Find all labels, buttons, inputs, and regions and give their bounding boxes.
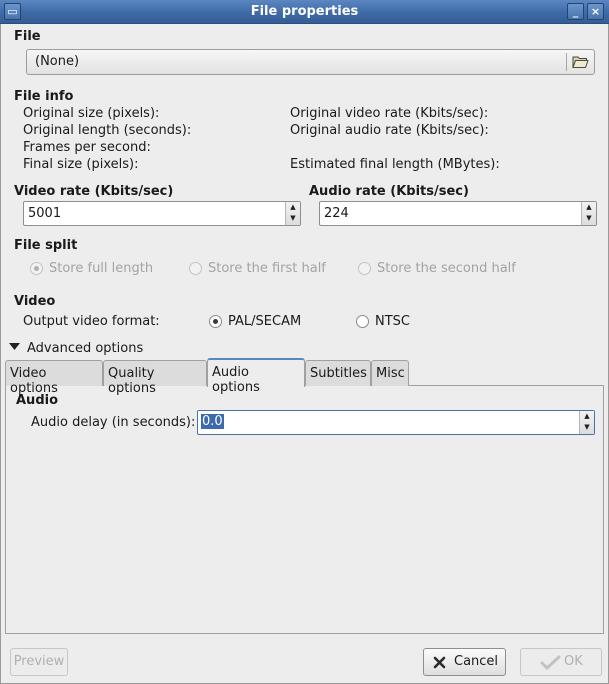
final-size-label: Final size (pixels): <box>23 157 139 172</box>
video-rate-stepper[interactable]: ▲ ▼ <box>285 202 300 225</box>
preview-button[interactable]: Preview <box>10 648 68 676</box>
advanced-options-expander[interactable]: Advanced options <box>27 341 143 356</box>
file-heading: File <box>14 29 41 44</box>
store-full-length-radio[interactable] <box>30 262 43 275</box>
up-arrow-icon[interactable]: ▲ <box>582 202 596 213</box>
tab-misc[interactable]: Misc <box>371 360 409 386</box>
audio-rate-value: 224 <box>324 206 349 221</box>
video-rate-value: 5001 <box>28 206 62 221</box>
tab-video-options[interactable]: Video options <box>5 360 103 396</box>
ok-label: OK <box>564 654 583 669</box>
pal-secam-radio[interactable] <box>209 315 222 328</box>
file-chooser-button[interactable]: (None) <box>26 49 595 75</box>
audio-rate-stepper[interactable]: ▲ ▼ <box>581 202 596 225</box>
ok-button[interactable]: OK <box>520 648 602 676</box>
file-chooser-value: (None) <box>35 54 80 69</box>
file-split-heading: File split <box>14 238 78 253</box>
original-audio-rate-label: Original audio rate (Kbits/sec): <box>290 123 489 138</box>
minimize-button[interactable]: _ <box>567 3 584 20</box>
store-first-half-radio[interactable] <box>189 262 202 275</box>
video-rate-heading: Video rate (Kbits/sec) <box>14 184 174 199</box>
store-second-half-radio[interactable] <box>358 262 371 275</box>
window-title: File properties <box>250 4 359 19</box>
cancel-label: Cancel <box>454 654 499 669</box>
cancel-button[interactable]: Cancel <box>423 648 506 676</box>
pal-secam-label: PAL/SECAM <box>228 314 302 329</box>
expander-arrow-icon[interactable] <box>9 343 20 351</box>
tab-quality-options[interactable]: Quality options <box>103 360 207 396</box>
title-bar: ▭ File properties _ × <box>0 0 609 24</box>
audio-rate-heading: Audio rate (Kbits/sec) <box>309 184 469 199</box>
ntsc-radio[interactable] <box>356 315 369 328</box>
folder-open-icon <box>572 56 589 68</box>
audio-delay-value: 0.0 <box>201 414 224 429</box>
up-arrow-icon[interactable]: ▲ <box>286 202 300 213</box>
audio-rate-spinner[interactable]: 224 ▲ ▼ <box>319 201 597 226</box>
fps-label: Frames per second: <box>23 140 151 155</box>
store-full-length-label: Store full length <box>49 261 154 276</box>
cancel-icon <box>433 656 446 669</box>
down-arrow-icon[interactable]: ▼ <box>582 213 596 224</box>
audio-delay-spinner[interactable]: 0.0 ▲ ▼ <box>197 410 595 435</box>
tab-subtitles[interactable]: Subtitles <box>305 360 371 386</box>
output-format-label: Output video format: <box>23 314 160 329</box>
up-arrow-icon[interactable]: ▲ <box>580 411 594 422</box>
original-video-rate-label: Original video rate (Kbits/sec): <box>290 106 489 121</box>
audio-heading: Audio <box>16 393 59 408</box>
original-length-label: Original length (seconds): <box>23 123 192 138</box>
store-second-half-label: Store the second half <box>377 261 516 276</box>
audio-delay-label: Audio delay (in seconds): <box>31 415 196 430</box>
down-arrow-icon[interactable]: ▼ <box>580 422 594 433</box>
ntsc-label: NTSC <box>375 314 410 329</box>
audio-delay-stepper[interactable]: ▲ ▼ <box>579 411 594 434</box>
close-button[interactable]: × <box>587 3 604 20</box>
tab-audio-options[interactable]: Audio options <box>207 358 305 395</box>
file-chooser-separator <box>566 53 567 71</box>
video-rate-spinner[interactable]: 5001 ▲ ▼ <box>23 201 301 226</box>
estimated-length-label: Estimated final length (MBytes): <box>290 157 500 172</box>
store-first-half-label: Store the first half <box>208 261 326 276</box>
ok-icon <box>540 655 561 670</box>
video-heading: Video <box>14 294 56 309</box>
original-size-label: Original size (pixels): <box>23 106 160 121</box>
down-arrow-icon[interactable]: ▼ <box>286 213 300 224</box>
file-info-heading: File info <box>14 89 74 104</box>
